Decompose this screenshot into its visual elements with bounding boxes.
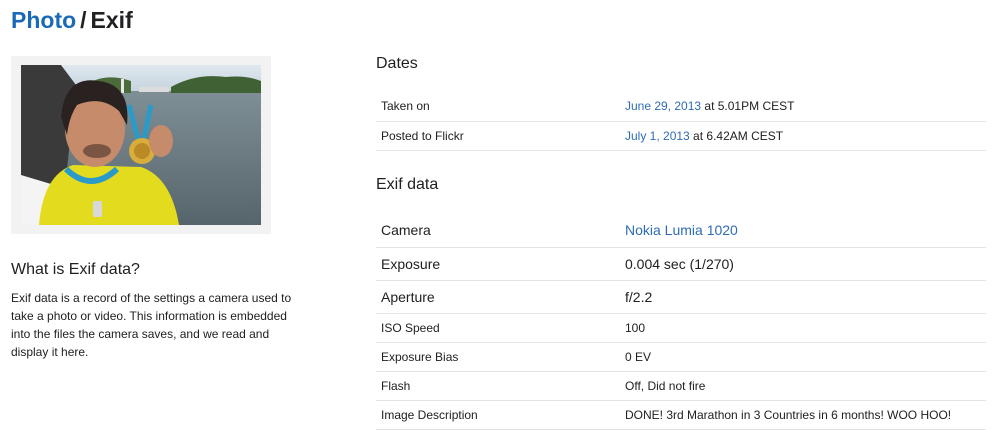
- taken-on-time: at 5.01PM CEST: [701, 99, 795, 114]
- exif-value-aperture: f/2.2: [620, 280, 986, 314]
- exif-value-exposure: 0.004 sec (1/270): [620, 247, 986, 281]
- posted-date-link[interactable]: July 1, 2013: [625, 129, 690, 143]
- camera-model-link[interactable]: Nokia Lumia 1020: [625, 222, 738, 238]
- table-row: Posted to Flickr July 1, 2013 at 6.42AM …: [376, 121, 986, 151]
- exif-value-exposure-bias: 0 EV: [620, 342, 986, 372]
- photo-thumbnail[interactable]: [11, 56, 271, 234]
- table-row: Exposure 0.004 sec (1/270): [376, 247, 986, 281]
- photo-image: [21, 65, 261, 225]
- table-row: Taken on June 29, 2013 at 5.01PM CEST: [376, 92, 986, 122]
- what-is-exif-text: Exif data is a record of the settings a …: [11, 291, 292, 359]
- table-row: ISO Speed 100: [376, 313, 986, 343]
- table-row: Flash Off, Did not fire: [376, 371, 986, 401]
- date-value-posted: July 1, 2013 at 6.42AM CEST: [620, 121, 986, 151]
- what-is-exif-heading: What is Exif data?: [11, 261, 140, 278]
- table-row: Exposure Bias 0 EV: [376, 342, 986, 372]
- posted-time: at 6.42AM CEST: [689, 128, 784, 143]
- exif-label-image-description: Image Description: [376, 400, 620, 430]
- breadcrumb-photo-link[interactable]: Photo: [11, 7, 76, 33]
- table-row: Image Description DONE! 3rd Marathon in …: [376, 400, 986, 430]
- page-title: Photo / Exif: [11, 5, 133, 35]
- table-row: Aperture f/2.2: [376, 280, 986, 314]
- exif-label-exposure-bias: Exposure Bias: [376, 342, 620, 372]
- breadcrumb-current: Exif: [90, 7, 133, 33]
- date-label-taken: Taken on: [376, 92, 620, 122]
- exif-table: Camera Nokia Lumia 1020 Exposure 0.004 s…: [376, 214, 986, 430]
- exif-label-aperture: Aperture: [376, 280, 620, 314]
- exif-label-iso: ISO Speed: [376, 313, 620, 343]
- dates-heading: Dates: [376, 55, 418, 72]
- exif-value-camera: Nokia Lumia 1020: [620, 214, 986, 248]
- taken-on-date-link[interactable]: June 29, 2013: [625, 99, 701, 113]
- exif-value-flash: Off, Did not fire: [620, 371, 986, 401]
- exif-value-iso: 100: [620, 313, 986, 343]
- table-row: Camera Nokia Lumia 1020: [376, 214, 986, 248]
- dates-table: Taken on June 29, 2013 at 5.01PM CEST Po…: [376, 92, 986, 151]
- exif-data-heading: Exif data: [376, 176, 439, 193]
- exif-value-image-description: DONE! 3rd Marathon in 3 Countries in 6 m…: [620, 400, 986, 430]
- exif-label-camera: Camera: [376, 214, 620, 248]
- date-label-posted: Posted to Flickr: [376, 121, 620, 151]
- exif-label-exposure: Exposure: [376, 247, 620, 281]
- exif-label-flash: Flash: [376, 371, 620, 401]
- breadcrumb-separator: /: [80, 7, 87, 33]
- date-value-taken: June 29, 2013 at 5.01PM CEST: [620, 92, 986, 122]
